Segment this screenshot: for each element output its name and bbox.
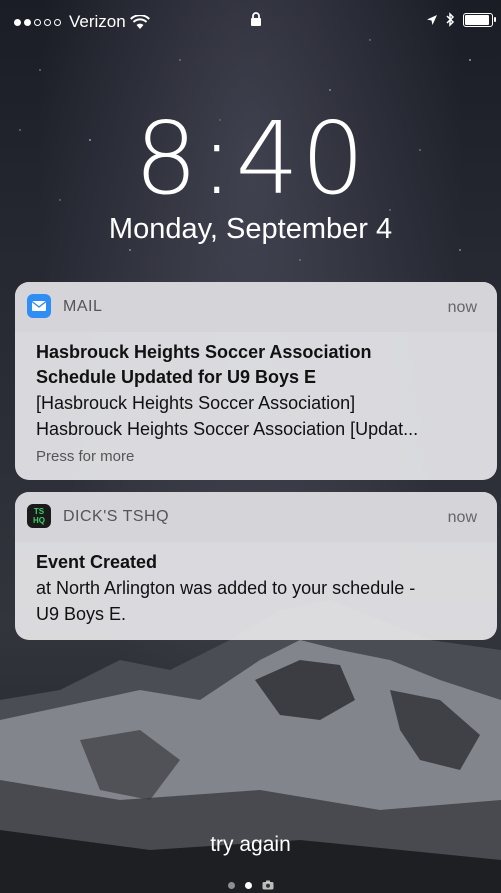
signal-dot — [54, 18, 61, 26]
lock-screen: Verizon 8:40 Monday, September 4 MAIL no… — [0, 0, 501, 893]
signal-dot — [34, 18, 41, 26]
notification-time: now — [447, 299, 477, 316]
notification-body: Hasbrouck Heights Soccer Association Sch… — [15, 332, 497, 479]
app-name: DICK'S TSHQ — [63, 508, 170, 525]
notification-text: at North Arlington was added to your sch… — [36, 578, 416, 598]
notification-title: Hasbrouck Heights Soccer Association — [36, 342, 372, 362]
bluetooth-icon — [446, 12, 455, 27]
notification-title: Event Created — [36, 552, 158, 572]
signal-dot — [24, 18, 31, 26]
location-arrow-icon — [427, 14, 437, 25]
page-dot-active — [245, 881, 252, 889]
notification-text: U9 Boys E. — [36, 604, 127, 624]
status-bar: Verizon — [0, 0, 501, 44]
notification-header: TS HQ DICK'S TSHQ now — [15, 492, 497, 542]
notification-mail[interactable]: MAIL now Hasbrouck Heights Soccer Associ… — [15, 282, 497, 480]
wifi-icon — [129, 14, 150, 29]
press-for-more-hint: Press for more — [36, 448, 135, 465]
app-name: MAIL — [63, 298, 103, 315]
notification-text: Hasbrouck Heights Soccer Association [Up… — [36, 419, 419, 439]
status-left: Verizon — [14, 12, 150, 32]
signal-dot — [44, 18, 51, 26]
notification-tshq[interactable]: TS HQ DICK'S TSHQ now Event Created at N… — [15, 492, 497, 640]
signal-dot — [14, 18, 21, 26]
camera-icon[interactable] — [262, 880, 274, 890]
notification-time: now — [447, 509, 477, 526]
lock-icon — [250, 12, 262, 32]
carrier-name: Verizon — [69, 12, 126, 31]
lock-clock: 8:40 — [134, 100, 367, 217]
battery-icon — [463, 12, 496, 27]
page-indicator — [228, 880, 274, 890]
signal-strength-icon — [14, 18, 61, 26]
try-again-label: try again — [210, 833, 291, 856]
notification-text: [Hasbrouck Heights Soccer Association] — [36, 393, 356, 413]
mail-icon — [27, 294, 51, 318]
page-dot — [228, 881, 235, 889]
notification-title: Schedule Updated for U9 Boys E — [36, 367, 317, 387]
tshq-icon-text: TS HQ — [33, 507, 45, 525]
notification-body: Event Created at North Arlington was add… — [15, 542, 497, 640]
notification-header: MAIL now — [15, 282, 497, 332]
status-right — [426, 12, 496, 27]
tshq-app-icon: TS HQ — [27, 504, 51, 528]
lock-date: Monday, September 4 — [108, 213, 393, 245]
